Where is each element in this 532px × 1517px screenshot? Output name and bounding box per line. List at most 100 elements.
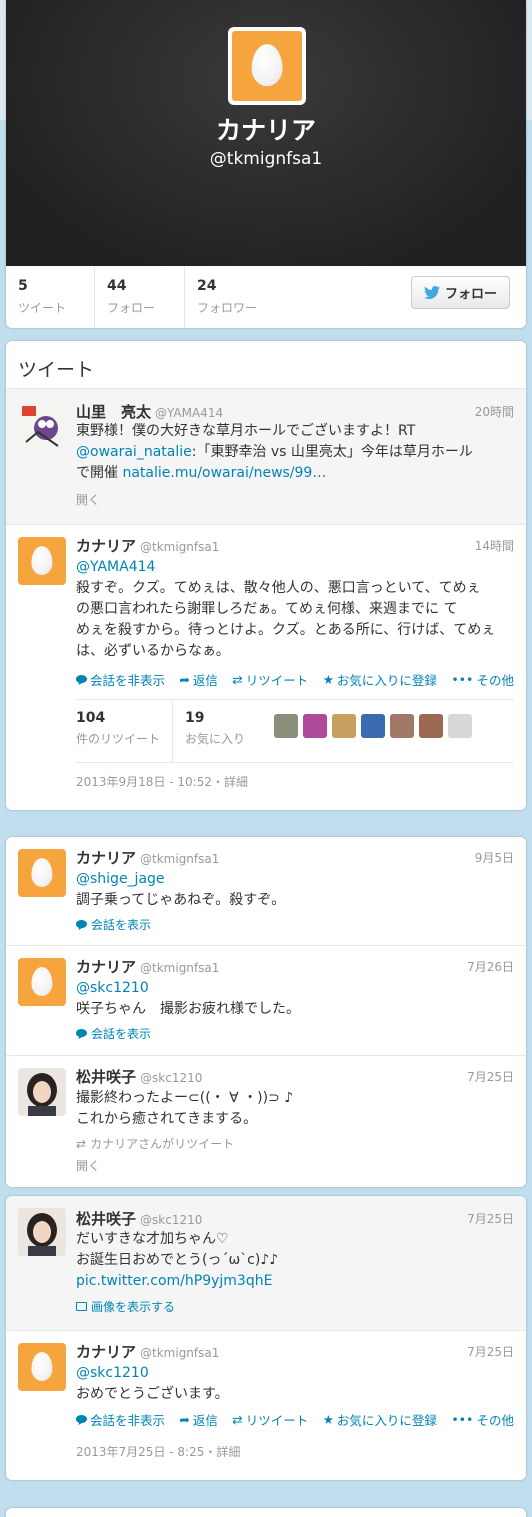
tweet-timestamp[interactable]: 14時間: [475, 537, 514, 554]
tweet-author-name[interactable]: カナリア: [76, 1343, 136, 1361]
stat-following[interactable]: 44 フォロー: [94, 266, 184, 328]
tweet-author-name[interactable]: 松井咲子: [76, 1068, 136, 1086]
tweet-header: カナリア @tkmignfsa1 7月25日: [76, 1341, 514, 1361]
tweet-timestamp[interactable]: 7月25日: [467, 1210, 514, 1227]
retweet-count-stat[interactable]: 104 件のリツイート: [76, 710, 160, 747]
default-egg-avatar: [18, 849, 66, 897]
profile-avatar[interactable]: [228, 27, 306, 105]
favorite-action[interactable]: ★ お気に入りに登録: [323, 670, 437, 689]
tweet-avatar-egg[interactable]: [18, 958, 66, 1006]
hide-conversation-action[interactable]: 会話を非表示: [76, 1410, 165, 1429]
tweet-author-name[interactable]: 山里 亮太: [76, 403, 151, 421]
stat-tweets[interactable]: 5 ツイート: [6, 266, 94, 328]
more-action[interactable]: ••• その他: [451, 1410, 514, 1429]
media-link[interactable]: pic.twitter.com/hP9yjm3qhE: [76, 1273, 272, 1289]
favoriter-avatar[interactable]: [274, 714, 298, 738]
show-conversation-link[interactable]: 会話を表示: [76, 916, 151, 933]
retweet-action[interactable]: ⇄ リツイート: [232, 1410, 308, 1429]
favorite-action[interactable]: ★ お気に入りに登録: [323, 1410, 437, 1429]
action-label: その他: [476, 1413, 514, 1428]
show-conversation-link[interactable]: 会話を表示: [76, 1025, 151, 1042]
tweet-author-name[interactable]: カナリア: [76, 849, 136, 867]
speech-bubble-icon: [76, 919, 87, 930]
tweet-author-handle[interactable]: @tkmignfsa1: [140, 540, 219, 554]
tweet-text: だいすきな才加ちゃん♡ お誕生日おめでとう(っ´ω`c)♪♪ pic.twitt…: [76, 1229, 514, 1292]
follow-button[interactable]: フォロー: [411, 276, 510, 309]
tweet-text-line: おめでとうございます。: [76, 1386, 229, 1402]
tweet-author-name[interactable]: カナリア: [76, 537, 136, 555]
tweet-item[interactable]: 松井咲子 @skc1210 7月25日 だいすきな才加ちゃん♡ お誕生日おめでとう…: [6, 1196, 526, 1331]
tweet-timestamp[interactable]: 20時間: [475, 403, 514, 420]
tweet-timestamp[interactable]: 9月5日: [475, 849, 514, 866]
tweet-avatar-egg[interactable]: [18, 537, 66, 585]
favoriter-avatar[interactable]: [448, 714, 472, 738]
tweet-author-handle[interactable]: @skc1210: [140, 1071, 202, 1085]
tweet-author-name[interactable]: カナリア: [76, 958, 136, 976]
tweet-text-line: は、必ずいるからなぁ。: [76, 643, 230, 659]
tweet-text: 撮影終わったよー⊂((・ ∀ ・))⊃ ♪ これから癒されてきまする。: [76, 1088, 514, 1130]
tweet-author-handle[interactable]: @tkmignfsa1: [140, 961, 219, 975]
tweet-avatar-yama414[interactable]: [18, 402, 66, 450]
url-link[interactable]: natalie.mu/owarai/news/99…: [122, 465, 326, 481]
tweet-item[interactable]: 松井咲子 @skc1210 7月25日 撮影終わったよー⊂((・ ∀ ・))⊃ ♪…: [6, 1056, 526, 1187]
favoriter-avatar[interactable]: [419, 714, 443, 738]
tweet-actions: 会話を非表示 ➦ 返信 ⇄ リツイート ★ お気に入りに登録 ••• その他: [76, 670, 514, 689]
tweet-avatar-skc1210[interactable]: [18, 1068, 66, 1116]
action-label: 返信: [192, 673, 218, 688]
show-image-link[interactable]: 画像を表示する: [76, 1298, 175, 1315]
more-action[interactable]: ••• その他: [451, 670, 514, 689]
favoriter-avatar[interactable]: [361, 714, 385, 738]
tweet-timestamp[interactable]: 7月26日: [467, 958, 514, 975]
tweet-timestamp[interactable]: 7月25日: [467, 1343, 514, 1360]
retweet-action[interactable]: ⇄ リツイート: [232, 670, 308, 689]
favoriter-avatar[interactable]: [303, 714, 327, 738]
tweet-header: カナリア @tkmignfsa1 14時間: [76, 535, 514, 555]
hide-conversation-action[interactable]: 会話を非表示: [76, 670, 165, 689]
tweet-avatar-egg[interactable]: [18, 1343, 66, 1391]
show-conversation-label: 会話を表示: [91, 1027, 152, 1041]
favorite-count-stat[interactable]: 19 お気に入り: [185, 710, 245, 747]
tweet-avatar-egg[interactable]: [18, 849, 66, 897]
tweet-author-handle[interactable]: @tkmignfsa1: [140, 852, 219, 866]
egg-icon: [251, 44, 283, 87]
mention-link[interactable]: @skc1210: [76, 980, 149, 996]
profile-header: カナリア @tkmignfsa1: [6, 0, 526, 266]
tweet-item-expanded[interactable]: カナリア @tkmignfsa1 14時間 @YAMA414 殺すぞ。クズ。てめぇ…: [6, 525, 526, 810]
tweet-item-expanded[interactable]: カナリア @tkmignfsa1 7月25日 @skc1210 おめでとうございま…: [6, 1331, 526, 1480]
favoriter-avatar[interactable]: [390, 714, 414, 738]
tweet-header: 山里 亮太 @YAMA414 20時間: [76, 401, 514, 421]
reply-action[interactable]: ➦ 返信: [179, 1410, 218, 1429]
tweet-avatar-skc1210[interactable]: [18, 1208, 66, 1256]
tweet-author-handle[interactable]: @skc1210: [140, 1213, 202, 1227]
mention-link[interactable]: @shige_jage: [76, 871, 165, 887]
speech-bubble-icon: [76, 1414, 87, 1425]
tweet-datetime-detail[interactable]: 2013年9月18日 - 10:52・詳細: [76, 773, 248, 790]
mention-link[interactable]: @YAMA414: [76, 559, 155, 575]
stat-following-count: 44: [107, 278, 127, 294]
tweet-item[interactable]: カナリア @tkmignfsa1 9月5日 @shige_jage 調子乗ってじゃ…: [6, 837, 526, 946]
tweet-author-name[interactable]: 松井咲子: [76, 1210, 136, 1228]
reply-icon: ➦: [179, 672, 190, 687]
tweet-stream-card-partial: [6, 1508, 526, 1517]
tweet-item[interactable]: 山里 亮太 @YAMA414 20時間 東野様！僕の大好きな草月ホールでございます…: [6, 389, 526, 525]
stat-followers[interactable]: 24 フォロワー: [184, 266, 294, 328]
favoriter-avatar[interactable]: [332, 714, 356, 738]
mention-link[interactable]: @owarai_natalie: [76, 444, 192, 460]
profile-name: カナリア: [215, 116, 316, 145]
retweet-count-label: 件のリツイート: [76, 732, 161, 746]
star-icon: ★: [322, 672, 334, 687]
tweet-datetime-detail[interactable]: 2013年7月25日 - 8:25・詳細: [76, 1443, 240, 1460]
tweet-text: 東野様！僕の大好きな草月ホールでございますよ！RT @owarai_natali…: [76, 421, 514, 484]
expand-tweet-link[interactable]: 開く: [76, 491, 100, 508]
action-label: リツイート: [245, 673, 309, 688]
tweet-text-part: で開催: [76, 465, 123, 481]
tweet-timestamp[interactable]: 7月25日: [467, 1068, 514, 1085]
expand-tweet-link[interactable]: 開く: [76, 1157, 100, 1174]
tweet-author-handle[interactable]: @tkmignfsa1: [140, 1346, 219, 1360]
reply-action[interactable]: ➦ 返信: [179, 670, 218, 689]
default-egg-avatar: [232, 31, 302, 101]
show-image-label: 画像を表示する: [91, 1300, 176, 1314]
tweet-item[interactable]: カナリア @tkmignfsa1 7月26日 @skc1210 咲子ちゃん 撮影お…: [6, 946, 526, 1056]
tweet-author-handle[interactable]: @YAMA414: [155, 406, 223, 420]
mention-link[interactable]: @skc1210: [76, 1365, 149, 1381]
